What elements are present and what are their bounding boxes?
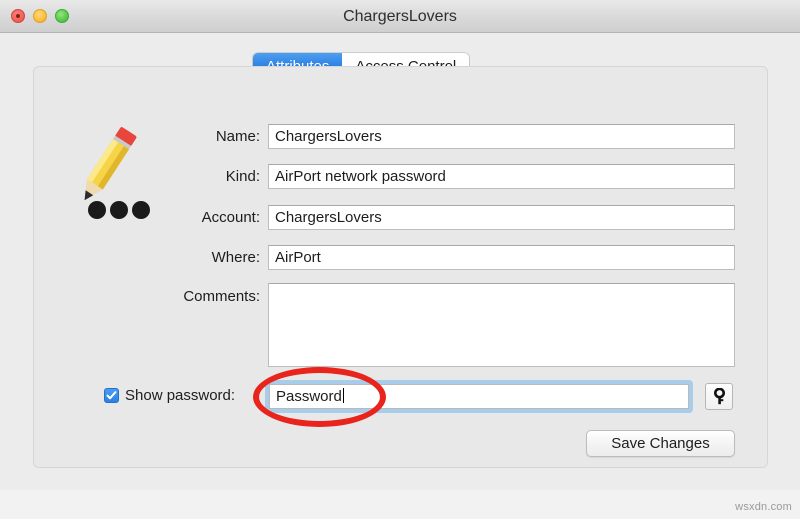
checkmark-icon — [106, 391, 117, 400]
window-titlebar: ChargersLovers — [0, 0, 800, 33]
kind-field[interactable]: AirPort network password — [268, 164, 735, 189]
password-value: Password — [276, 388, 342, 405]
save-changes-button[interactable]: Save Changes — [586, 430, 735, 457]
name-label: Name: — [215, 128, 260, 145]
keychain-item-window: ChargersLovers Attributes Access Control… — [0, 0, 800, 490]
comments-textarea[interactable] — [268, 283, 735, 367]
watermark: wsxdn.com — [735, 501, 792, 513]
where-label: Where: — [211, 249, 260, 266]
kind-label: Kind: — [225, 168, 260, 185]
key-icon — [713, 388, 725, 405]
where-field[interactable]: AirPort — [268, 245, 735, 270]
comments-label: Comments: — [183, 288, 260, 305]
text-caret — [342, 388, 344, 403]
name-field[interactable]: ChargersLovers — [268, 124, 735, 149]
show-password-checkbox[interactable] — [104, 388, 119, 403]
key-button[interactable] — [705, 383, 733, 410]
account-field[interactable]: ChargersLovers — [268, 205, 735, 230]
show-password-label: Show password: — [125, 387, 236, 404]
password-input[interactable]: Password — [269, 384, 689, 409]
window-title: ChargersLovers — [343, 8, 457, 25]
account-label: Account: — [201, 209, 260, 226]
